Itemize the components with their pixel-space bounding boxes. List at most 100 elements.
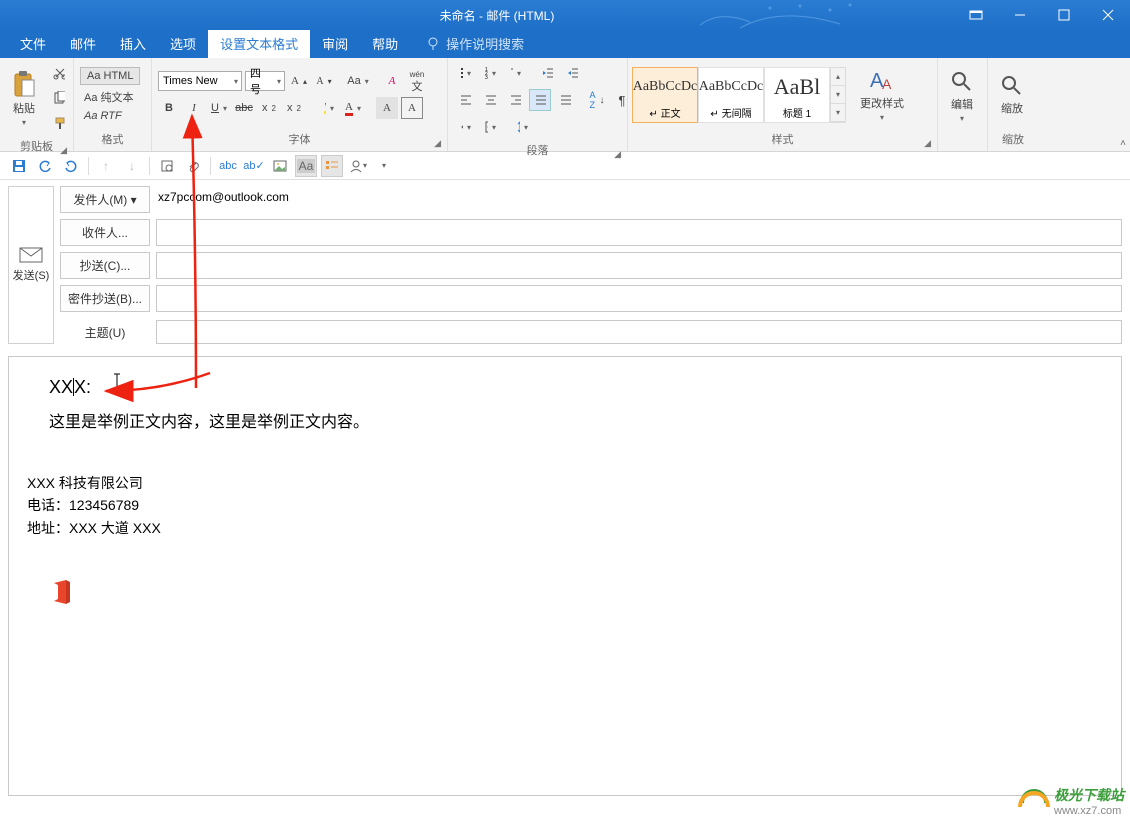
change-styles-button[interactable]: AA 更改样式▾ bbox=[856, 65, 908, 124]
paragraph-group-label: 段落◢ bbox=[452, 140, 623, 162]
char-shading-button[interactable]: A bbox=[376, 97, 398, 119]
font-color-button[interactable]: A▾ bbox=[342, 97, 364, 119]
paste-button[interactable]: 粘贴 ▾ bbox=[4, 68, 44, 129]
style-gallery-scroll[interactable]: ▴▾▾ bbox=[830, 67, 846, 123]
zoom-icon bbox=[1000, 74, 1024, 98]
shading-button[interactable]: ▾ bbox=[454, 116, 476, 138]
phonetic-guide-button[interactable]: wén文 bbox=[406, 70, 428, 92]
tab-file[interactable]: 文件 bbox=[8, 29, 58, 58]
spelling-check-button[interactable]: ab✓ bbox=[243, 155, 265, 177]
borders-button[interactable]: ▾ bbox=[479, 116, 501, 138]
paragraph-launcher[interactable]: ◢ bbox=[614, 149, 621, 160]
tab-review[interactable]: 审阅 bbox=[310, 29, 360, 58]
next-item-button[interactable]: ↓ bbox=[121, 155, 143, 177]
prev-item-button[interactable]: ↑ bbox=[95, 155, 117, 177]
attach-file-button[interactable] bbox=[182, 155, 204, 177]
increase-indent-button[interactable] bbox=[561, 62, 583, 84]
shrink-font-button[interactable]: A▾ bbox=[313, 70, 335, 92]
list-tool[interactable] bbox=[321, 155, 343, 177]
zoom-group-label: 缩放 bbox=[992, 129, 1034, 151]
multilevel-list-button[interactable]: ▾ bbox=[504, 62, 526, 84]
print-preview-button[interactable] bbox=[156, 155, 178, 177]
text-highlight-tool[interactable]: Aa bbox=[295, 155, 317, 177]
from-button[interactable]: 发件人(M) ▾ bbox=[60, 186, 150, 213]
ribbon-display-options[interactable] bbox=[954, 0, 998, 30]
watermark: 极光下载站 www.xz7.com bbox=[1018, 785, 1124, 817]
sort-button[interactable]: AZ↓ bbox=[586, 89, 608, 111]
permissions-button[interactable]: ▾ bbox=[347, 155, 369, 177]
tab-format-text[interactable]: 设置文本格式 bbox=[208, 29, 310, 58]
clipboard-launcher[interactable]: ◢ bbox=[60, 145, 67, 156]
distributed-button[interactable] bbox=[554, 89, 576, 111]
to-button[interactable]: 收件人... bbox=[60, 219, 150, 246]
style-normal[interactable]: AaBbCcDc↵ 正文 bbox=[632, 67, 698, 123]
find-icon bbox=[950, 70, 974, 94]
align-center-button[interactable] bbox=[479, 89, 501, 111]
copy-button[interactable] bbox=[48, 87, 70, 109]
styles-launcher[interactable]: ◢ bbox=[924, 138, 931, 149]
close-button[interactable] bbox=[1086, 0, 1130, 30]
bullets-button[interactable]: ▾ bbox=[454, 62, 476, 84]
clear-formatting-button[interactable]: A bbox=[381, 70, 403, 92]
tab-mail[interactable]: 邮件 bbox=[58, 29, 108, 58]
font-size-combo[interactable]: 四号▾ bbox=[245, 71, 285, 91]
ribbon-tabs: 文件 邮件 插入 选项 设置文本格式 审阅 帮助 操作说明搜索 bbox=[0, 30, 1130, 58]
tell-me-search[interactable]: 操作说明搜索 bbox=[418, 29, 532, 58]
line-spacing-button[interactable]: ▾ bbox=[511, 116, 533, 138]
scissors-icon bbox=[53, 66, 65, 80]
align-justify-button[interactable] bbox=[529, 89, 551, 111]
maximize-button[interactable] bbox=[1042, 0, 1086, 30]
paperclip-icon bbox=[186, 159, 200, 173]
font-name-combo[interactable]: Times New▾ bbox=[158, 71, 242, 91]
char-border-button[interactable]: A bbox=[401, 97, 423, 119]
grow-font-button[interactable]: A▴ bbox=[288, 70, 310, 92]
spelling-button[interactable]: abc bbox=[217, 155, 239, 177]
minimize-button[interactable] bbox=[998, 0, 1042, 30]
cc-input[interactable] bbox=[156, 252, 1122, 279]
html-format-button[interactable]: Aa HTML bbox=[80, 67, 140, 85]
rtf-button[interactable]: Aa RTF bbox=[80, 109, 140, 123]
collapse-ribbon-button[interactable]: ˄ bbox=[1120, 138, 1126, 149]
subject-input[interactable] bbox=[156, 320, 1122, 344]
decrease-indent-button[interactable] bbox=[536, 62, 558, 84]
text-cursor bbox=[73, 378, 74, 396]
editing-button[interactable]: 编辑▾ bbox=[942, 68, 982, 125]
send-button[interactable]: 发送(S) bbox=[8, 186, 54, 344]
qat-customize[interactable]: ▾ bbox=[373, 155, 395, 177]
change-case-button[interactable]: Aa▾ bbox=[347, 70, 369, 92]
bcc-input[interactable] bbox=[156, 285, 1122, 312]
copy-icon bbox=[53, 91, 65, 105]
superscript-button[interactable]: x2 bbox=[283, 97, 305, 119]
undo-icon bbox=[38, 159, 52, 173]
font-launcher[interactable]: ◢ bbox=[434, 138, 441, 149]
insert-picture-button[interactable] bbox=[269, 155, 291, 177]
tab-help[interactable]: 帮助 bbox=[360, 29, 410, 58]
numbering-button[interactable]: 123▾ bbox=[479, 62, 501, 84]
zoom-button[interactable]: 缩放 bbox=[992, 72, 1032, 118]
highlight-button[interactable]: ▾ bbox=[317, 97, 339, 119]
italic-button[interactable]: I bbox=[183, 97, 205, 119]
bucket-icon bbox=[459, 120, 463, 134]
format-painter-button[interactable] bbox=[48, 112, 70, 134]
bcc-button[interactable]: 密件抄送(B)... bbox=[60, 285, 150, 312]
office-logo-icon bbox=[49, 579, 1081, 610]
plain-text-button[interactable]: Aa 纯文本 bbox=[80, 88, 140, 106]
tab-insert[interactable]: 插入 bbox=[108, 29, 158, 58]
style-no-spacing[interactable]: AaBbCcDc↵ 无间隔 bbox=[698, 67, 764, 123]
align-right-button[interactable] bbox=[504, 89, 526, 111]
cut-button[interactable] bbox=[48, 62, 70, 84]
underline-button[interactable]: U▾ bbox=[208, 97, 230, 119]
highlight-icon bbox=[322, 101, 326, 115]
watermark-logo-icon bbox=[1018, 787, 1050, 815]
strikethrough-button[interactable]: abc bbox=[233, 97, 255, 119]
mail-body-editor[interactable]: XXX: 这里是举例正文内容，这里是举例正文内容。 XXX 科技有限公司 电话：… bbox=[8, 356, 1122, 796]
ibeam-cursor-icon bbox=[112, 375, 122, 395]
bold-button[interactable]: B bbox=[158, 97, 180, 119]
style-heading1[interactable]: AaBl标题 1 bbox=[764, 67, 830, 123]
subscript-button[interactable]: x2 bbox=[258, 97, 280, 119]
signature-block: XXX 科技有限公司 电话：123456789 地址：XXX 大道 XXX bbox=[27, 472, 1081, 539]
cc-button[interactable]: 抄送(C)... bbox=[60, 252, 150, 279]
align-left-button[interactable] bbox=[454, 89, 476, 111]
tab-options[interactable]: 选项 bbox=[158, 29, 208, 58]
to-input[interactable] bbox=[156, 219, 1122, 246]
